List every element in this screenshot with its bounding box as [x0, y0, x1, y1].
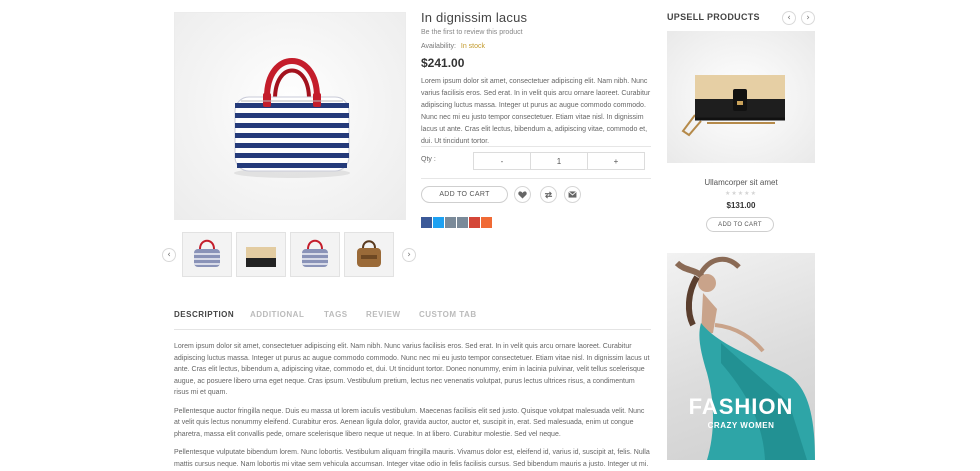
chevron-left-icon[interactable]: ‹ — [782, 11, 796, 25]
gmail-icon[interactable] — [469, 217, 480, 228]
availability-label: Availability: — [421, 43, 456, 50]
striped-handbag-image — [234, 58, 350, 178]
social-share-bar — [421, 217, 492, 228]
chevron-left-icon[interactable]: ‹ — [162, 248, 176, 262]
email-share-icon[interactable] — [445, 217, 456, 228]
upsell-product-image[interactable] — [667, 31, 815, 163]
add-to-cart-button[interactable]: ADD TO CART — [421, 186, 508, 203]
main-product-image[interactable] — [174, 12, 406, 220]
chevron-right-icon[interactable]: › — [801, 11, 815, 25]
twitter-icon[interactable] — [433, 217, 444, 228]
rating-stars: ★★★★★ — [725, 190, 757, 197]
email-friend-button[interactable] — [564, 186, 581, 203]
print-icon[interactable] — [457, 217, 468, 228]
email-icon — [568, 191, 577, 198]
availability-value: In stock — [460, 43, 486, 50]
striped-handbag-thumb — [194, 239, 220, 267]
upsell-title: UPSELL PRODUCTS — [667, 12, 760, 22]
striped-handbag-thumb — [302, 239, 328, 267]
shoulder-bag-image — [681, 75, 785, 137]
banner-subline: CRAZY WOMEN — [707, 421, 775, 430]
description-paragraph: Pellentesque auctor fringilla neque. Dui… — [174, 407, 645, 438]
tab-tags[interactable]: TAGS — [324, 310, 348, 319]
qty-label: Qty : — [421, 156, 436, 163]
product-title: In dignissim lacus — [421, 10, 528, 25]
description-paragraph: Pellentesque vulputate bibendum lorem. N… — [174, 449, 650, 468]
compare-button[interactable] — [540, 186, 557, 203]
product-price: $241.00 — [421, 56, 465, 70]
thumbnail-carousel: ‹ › — [162, 232, 418, 278]
thumbnail-1[interactable] — [182, 232, 232, 277]
brown-bag-thumb — [357, 240, 381, 267]
thumbnail-4[interactable] — [344, 232, 394, 277]
tab-custom[interactable]: CUSTOM TAB — [419, 310, 477, 319]
qty-plus-button[interactable]: + — [588, 153, 644, 169]
upsell-product-price: $131.00 — [726, 201, 756, 210]
product-tabs: DESCRIPTION ADDITIONAL TAGS REVIEW CUSTO… — [174, 310, 651, 330]
fashion-banner[interactable]: FASHION CRAZY WOMEN — [667, 253, 815, 460]
chevron-right-icon[interactable]: › — [402, 248, 416, 262]
beige-bag-thumb — [246, 247, 276, 267]
compare-icon — [544, 191, 553, 198]
thumbnail-2[interactable] — [236, 232, 286, 277]
thumbnail-3[interactable] — [290, 232, 340, 277]
qty-minus-button[interactable]: - — [474, 153, 531, 169]
description-paragraph: Lorem ipsum dolor sit amet, consectetuer… — [174, 343, 650, 396]
description-panel: Lorem ipsum dolor sit amet, consectetuer… — [174, 341, 651, 471]
wishlist-button[interactable] — [514, 186, 531, 203]
divider — [421, 146, 651, 147]
more-share-icon[interactable] — [481, 217, 492, 228]
heart-icon — [518, 190, 527, 199]
upsell-add-to-cart-button[interactable]: ADD TO CART — [706, 217, 774, 232]
tab-review[interactable]: REVIEW — [366, 310, 401, 319]
banner-headline: FASHION — [688, 394, 794, 419]
upsell-product-name[interactable]: Ullamcorper sit amet — [667, 178, 815, 187]
availability: Availability: In stock — [421, 43, 485, 50]
review-link[interactable]: Be the first to review this product — [421, 29, 523, 36]
short-description: Lorem ipsum dolor sit amet, consectetuer… — [421, 78, 651, 145]
facebook-icon[interactable] — [421, 217, 432, 228]
quantity-stepper: - 1 + — [473, 152, 645, 170]
divider — [421, 178, 651, 179]
qty-input[interactable]: 1 — [531, 153, 588, 169]
tab-additional[interactable]: ADDITIONAL — [250, 310, 304, 319]
tab-description[interactable]: DESCRIPTION — [174, 310, 234, 319]
